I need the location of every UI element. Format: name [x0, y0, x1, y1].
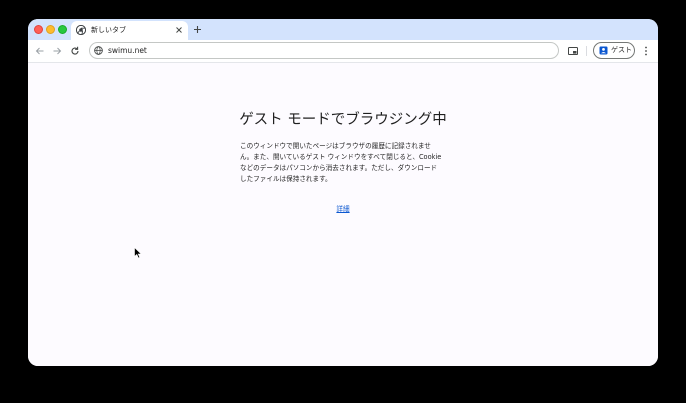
window-zoom-button[interactable]: [58, 25, 67, 34]
url-text: swimu.net: [108, 46, 147, 55]
kebab-menu-icon[interactable]: [641, 45, 651, 57]
learn-more-link[interactable]: 詳細: [336, 205, 349, 213]
guest-mode-description: このウィンドウで開いたページはブラウザの履歴に記録されません。また、開いているゲ…: [240, 142, 442, 183]
reload-icon[interactable]: [69, 45, 81, 57]
forward-arrow-icon[interactable]: [51, 45, 63, 57]
tab-strip: 新しいタブ: [28, 19, 658, 40]
tab-title: 新しいタブ: [91, 26, 126, 34]
window-close-button[interactable]: [34, 25, 43, 34]
globe-icon[interactable]: [94, 46, 103, 55]
chrome-icon: [76, 25, 86, 35]
guest-page-content: ゲスト モードでブラウジング中 このウィンドウで開いたページはブラウザの履歴に記…: [28, 63, 658, 366]
tab-new-tab[interactable]: 新しいタブ: [71, 21, 188, 40]
profile-label: ゲスト: [611, 46, 632, 54]
guest-profile-icon: [599, 46, 608, 55]
cast-icon[interactable]: [567, 45, 579, 57]
mouse-cursor-icon: [134, 247, 142, 259]
learn-more-container: 詳細: [28, 204, 658, 214]
toolbar: swimu.net ゲスト: [28, 40, 658, 63]
guest-profile-button[interactable]: ゲスト: [593, 42, 635, 59]
page-title: ゲスト モードでブラウジング中: [239, 112, 447, 128]
browser-window: 新しいタブ swimu.net ゲスト ゲスト モードでブラウジング中 このウィ…: [28, 19, 658, 366]
window-minimize-button[interactable]: [46, 25, 55, 34]
address-bar[interactable]: swimu.net: [89, 42, 559, 59]
close-icon[interactable]: [174, 25, 184, 35]
back-arrow-icon[interactable]: [34, 45, 46, 57]
plus-icon[interactable]: [191, 23, 204, 36]
toolbar-divider: [586, 46, 587, 56]
